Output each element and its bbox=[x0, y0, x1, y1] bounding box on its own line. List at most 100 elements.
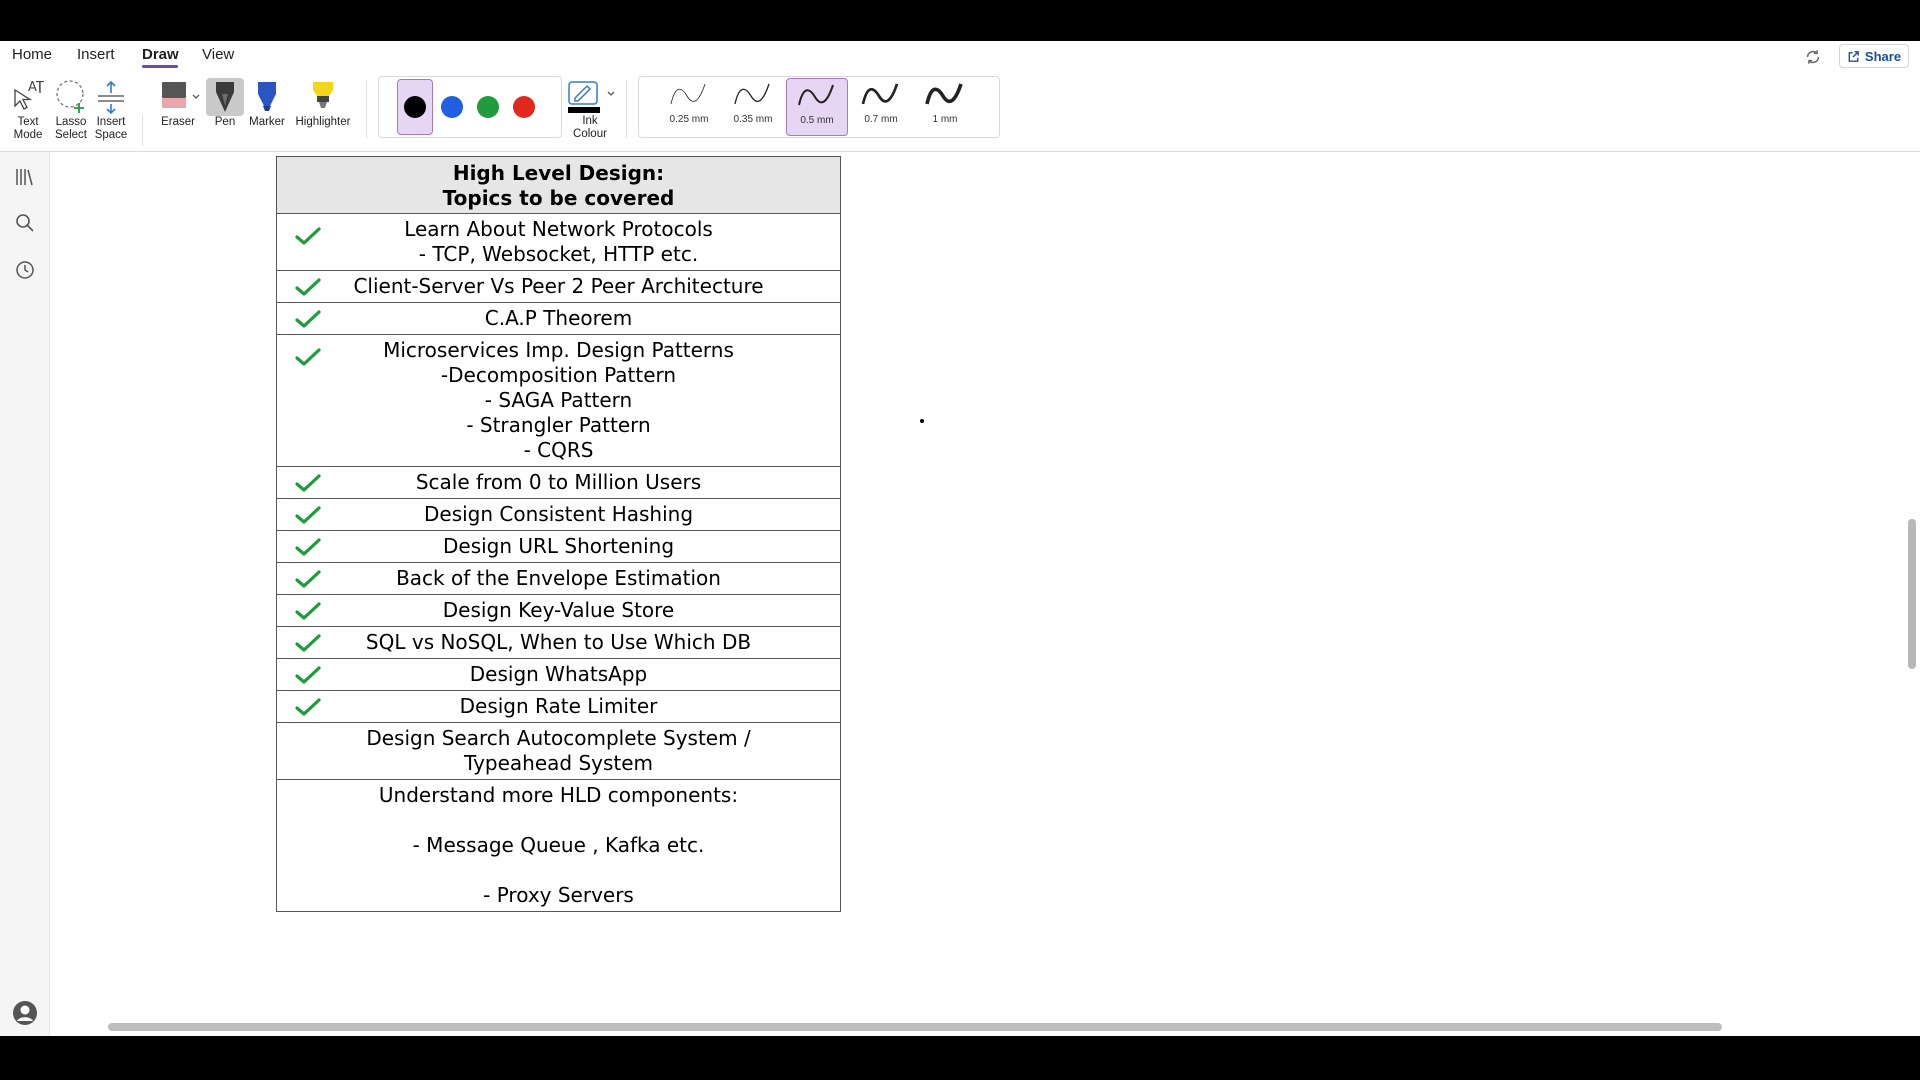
pen-button[interactable]: Pen bbox=[206, 80, 244, 129]
menu-bar: Home Insert Draw View Share bbox=[0, 41, 1920, 72]
table-row: Learn About Network Protocols - TCP, Webs… bbox=[276, 213, 841, 271]
topic-cell[interactable]: Back of the Envelope Estimation bbox=[276, 562, 841, 595]
tab-insert[interactable]: Insert bbox=[77, 46, 115, 63]
topic-cell[interactable]: SQL vs NoSQL, When to Use Which DB bbox=[276, 626, 841, 659]
eraser-button[interactable]: Eraser bbox=[155, 80, 201, 129]
recent-clock-icon[interactable] bbox=[14, 259, 36, 281]
account-avatar-icon[interactable] bbox=[12, 1000, 38, 1026]
topic-line: - SAGA Pattern bbox=[484, 388, 633, 412]
topic-line: Back of the Envelope Estimation bbox=[396, 566, 721, 590]
text-mode-label: Text Mode bbox=[13, 116, 43, 141]
topic-line: -Decomposition Pattern bbox=[440, 363, 677, 387]
lasso-select-button[interactable]: Lasso Select bbox=[51, 78, 91, 142]
topic-cell[interactable]: Client-Server Vs Peer 2 Peer Architectur… bbox=[276, 270, 841, 303]
sync-icon[interactable] bbox=[1804, 48, 1822, 66]
tab-home[interactable]: Home bbox=[12, 46, 52, 63]
marker-icon bbox=[258, 82, 276, 111]
topic-cell[interactable]: Scale from 0 to Million Users bbox=[276, 466, 841, 499]
notebooks-icon[interactable] bbox=[14, 166, 36, 188]
width-label: 0.7 mm bbox=[864, 114, 898, 125]
marker-button[interactable]: Marker bbox=[247, 80, 287, 129]
topic-cell[interactable]: C.A.P Theorem bbox=[276, 302, 841, 335]
topic-cell[interactable]: Design URL Shortening bbox=[276, 530, 841, 563]
width-label: 0.25 mm bbox=[669, 114, 709, 125]
stroke-width-icon bbox=[798, 84, 834, 106]
checkmark-icon bbox=[295, 634, 321, 652]
topic-line: SQL vs NoSQL, When to Use Which DB bbox=[365, 630, 752, 654]
table-header: High Level Design: Topics to be covered bbox=[276, 156, 841, 214]
pen-label: Pen bbox=[214, 116, 236, 128]
search-icon[interactable] bbox=[14, 212, 36, 234]
color-red-swatch[interactable] bbox=[513, 96, 535, 118]
table-header-row: High Level Design: Topics to be covered bbox=[276, 156, 841, 214]
ink-colour-icon bbox=[568, 81, 615, 113]
topic-cell[interactable]: Design Consistent Hashing bbox=[276, 498, 841, 531]
stroke-width-icon bbox=[925, 83, 963, 105]
horizontal-scrollbar-thumb[interactable] bbox=[108, 1023, 1722, 1031]
note-canvas[interactable]: High Level Design: Topics to be covered … bbox=[51, 152, 1908, 1020]
checkmark-icon bbox=[295, 506, 321, 524]
insert-space-label: Insert Space bbox=[94, 116, 128, 141]
ink-colour-button[interactable]: Ink Colour bbox=[564, 80, 616, 141]
header-line: High Level Design: bbox=[452, 161, 665, 185]
table-row: C.A.P Theorem bbox=[276, 302, 841, 335]
insert-space-button[interactable]: Insert Space bbox=[92, 78, 130, 142]
width-label: 0.5 mm bbox=[800, 115, 834, 126]
share-label: Share bbox=[1864, 48, 1902, 64]
table-row: Client-Server Vs Peer 2 Peer Architectur… bbox=[276, 270, 841, 303]
stroke-width-icon bbox=[670, 83, 706, 105]
checkmark-icon bbox=[295, 666, 321, 684]
width-0-7mm[interactable]: 0.7 mm bbox=[850, 78, 912, 136]
svg-text:AT: AT bbox=[28, 80, 44, 95]
table-row: Design URL Shortening bbox=[276, 530, 841, 563]
tab-view[interactable]: View bbox=[202, 46, 234, 63]
topic-line: - Proxy Servers bbox=[483, 883, 634, 907]
width-label: 1 mm bbox=[932, 114, 958, 125]
table-row: Design Rate Limiter bbox=[276, 690, 841, 723]
topic-line: Understand more HLD components: bbox=[378, 783, 739, 807]
topic-cell[interactable]: Microservices Imp. Design Patterns -Decom… bbox=[276, 334, 841, 467]
color-blue-swatch[interactable] bbox=[441, 96, 463, 118]
share-button[interactable]: Share bbox=[1839, 44, 1909, 68]
color-black-swatch[interactable] bbox=[404, 96, 426, 118]
header-line: Topics to be covered bbox=[442, 186, 675, 210]
checkmark-icon bbox=[295, 602, 321, 620]
eraser-label: Eraser bbox=[161, 116, 195, 128]
checkmark-icon bbox=[295, 310, 321, 328]
topic-line: - Message Queue , Kafka etc. bbox=[412, 833, 705, 857]
highlighter-button[interactable]: Highlighter bbox=[292, 80, 354, 129]
table-row: Design Key-Value Store bbox=[276, 594, 841, 627]
table-row: SQL vs NoSQL, When to Use Which DB bbox=[276, 626, 841, 659]
topic-line: Design WhatsApp bbox=[469, 662, 648, 686]
width-0-25mm[interactable]: 0.25 mm bbox=[658, 78, 720, 136]
topic-line: Design Rate Limiter bbox=[459, 694, 658, 718]
topic-line bbox=[317, 808, 800, 833]
topic-cell[interactable]: Design Search Autocomplete System / Type… bbox=[276, 722, 841, 780]
width-0-35mm[interactable]: 0.35 mm bbox=[722, 78, 784, 136]
checkmark-icon bbox=[295, 348, 321, 366]
width-1mm[interactable]: 1 mm bbox=[914, 78, 976, 136]
lasso-select-icon bbox=[56, 80, 84, 113]
lasso-select-label: Lasso Select bbox=[55, 116, 87, 141]
topic-cell[interactable]: Learn About Network Protocols - TCP, Webs… bbox=[276, 213, 841, 271]
tab-draw[interactable]: Draw bbox=[142, 46, 179, 63]
topic-line: - Strangler Pattern bbox=[466, 413, 651, 437]
text-mode-button[interactable]: AT Text Mode bbox=[10, 78, 46, 142]
table-row: Understand more HLD components: - Message… bbox=[276, 779, 841, 912]
topic-cell[interactable]: Design Rate Limiter bbox=[276, 690, 841, 723]
table-row: Design Consistent Hashing bbox=[276, 498, 841, 531]
table-row: Design WhatsApp bbox=[276, 658, 841, 691]
width-label: 0.35 mm bbox=[733, 114, 773, 125]
ribbon-divider bbox=[626, 80, 627, 138]
checkmark-icon bbox=[295, 570, 321, 588]
ribbon-divider bbox=[366, 80, 367, 138]
topic-cell[interactable]: Understand more HLD components: - Message… bbox=[276, 779, 841, 912]
topic-cell[interactable]: Design WhatsApp bbox=[276, 658, 841, 691]
topics-table: High Level Design: Topics to be covered … bbox=[276, 156, 841, 912]
topic-cell[interactable]: Design Key-Value Store bbox=[276, 594, 841, 627]
width-0-5mm[interactable]: 0.5 mm bbox=[786, 78, 848, 136]
color-green-swatch[interactable] bbox=[477, 96, 499, 118]
topic-line: Design Key-Value Store bbox=[442, 598, 675, 622]
vertical-scrollbar-thumb[interactable] bbox=[1908, 519, 1916, 669]
text-mode-icon: AT bbox=[14, 80, 44, 110]
